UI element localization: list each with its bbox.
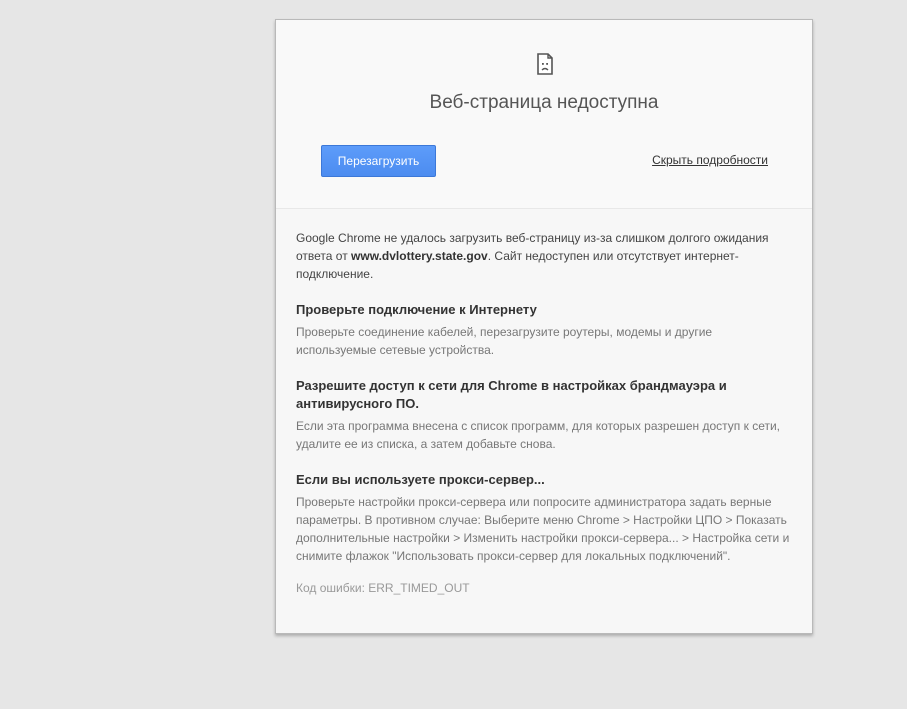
error-card: Веб-страница недоступна Перезагрузить Ск…: [275, 19, 813, 634]
suggestion-section: Разрешите доступ к сети для Chrome в нас…: [296, 377, 794, 453]
error-header: Веб-страница недоступна Перезагрузить Ск…: [276, 20, 812, 209]
error-code: Код ошибки: ERR_TIMED_OUT: [296, 581, 470, 595]
suggestion-text: Если эта программа внесена с список прог…: [296, 419, 781, 451]
intro-text: Google Chrome не удалось загрузить веб-с…: [296, 229, 794, 283]
error-details: Google Chrome не удалось загрузить веб-с…: [296, 229, 794, 597]
site-host: www.dvlottery.state.gov: [351, 249, 488, 263]
reload-button[interactable]: Перезагрузить: [321, 145, 436, 177]
suggestion-text: Проверьте соединение кабелей, перезагруз…: [296, 325, 713, 357]
suggestion-section: Если вы используете прокси-сервер... Про…: [296, 471, 794, 565]
suggestion-title: Если вы используете прокси-сервер...: [296, 472, 545, 487]
suggestion-title: Проверьте подключение к Интернету: [296, 302, 537, 317]
suggestion-text: Проверьте настройки прокси-сервера или п…: [296, 495, 790, 563]
hide-details-link[interactable]: Скрыть подробности: [652, 153, 768, 167]
suggestion-title: Разрешите доступ к сети для Chrome в нас…: [296, 378, 727, 411]
suggestion-section: Проверьте подключение к Интернету Провер…: [296, 301, 794, 359]
page-title: Веб-страница недоступна: [429, 92, 659, 113]
sad-page-icon: [537, 53, 553, 75]
